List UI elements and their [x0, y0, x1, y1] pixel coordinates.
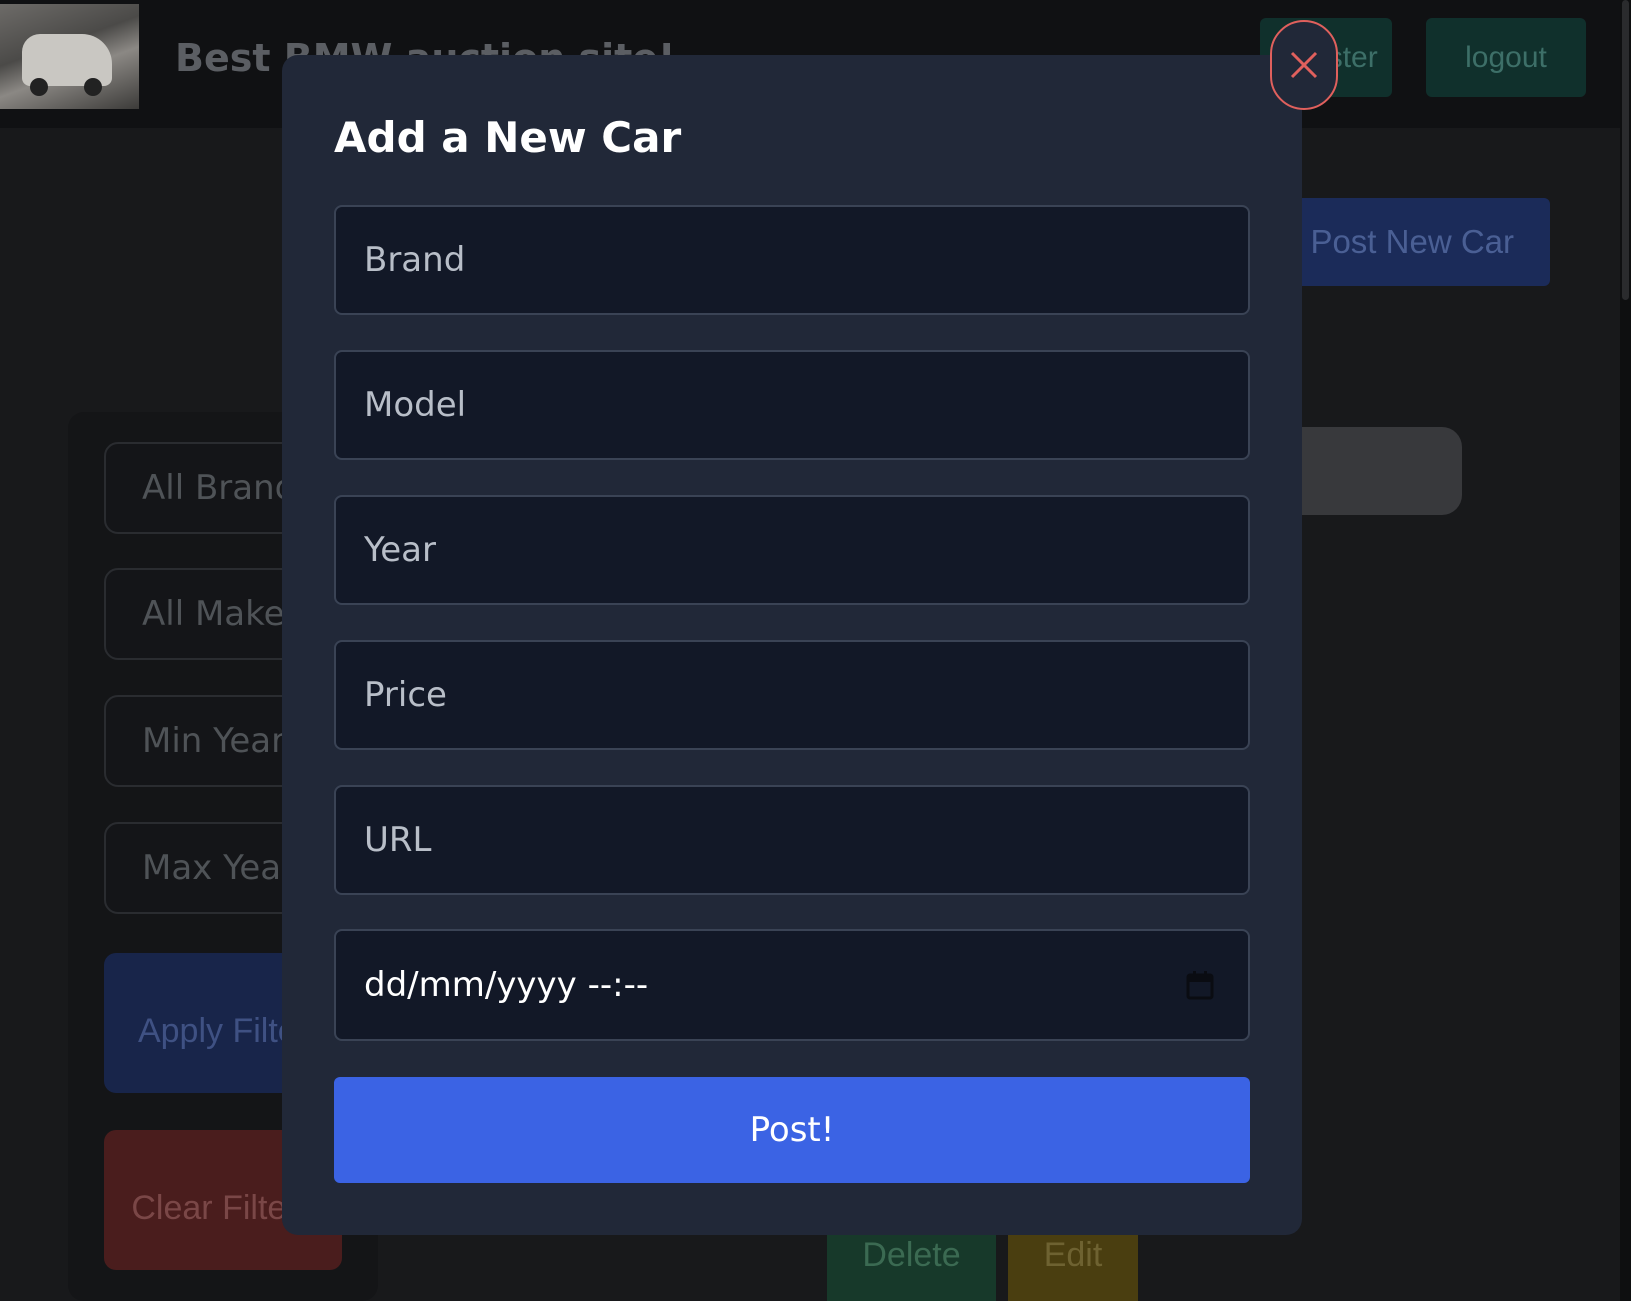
- price-input[interactable]: [334, 640, 1250, 750]
- modal-title: Add a New Car: [334, 113, 682, 162]
- close-modal-button[interactable]: [1270, 20, 1338, 110]
- close-icon: [1290, 51, 1318, 79]
- post-new-car-button[interactable]: Post New Car: [1260, 198, 1550, 286]
- year-input[interactable]: [334, 495, 1250, 605]
- max-year-filter[interactable]: Max Year: [104, 822, 304, 914]
- logout-button[interactable]: logout: [1426, 18, 1586, 97]
- site-logo: [0, 4, 139, 109]
- scrollbar-thumb[interactable]: [1622, 0, 1629, 300]
- brand-input[interactable]: [334, 205, 1250, 315]
- datetime-input[interactable]: dd/mm/yyyy --:--: [334, 929, 1250, 1041]
- make-filter[interactable]: All Makes: [104, 568, 304, 660]
- url-input[interactable]: [334, 785, 1250, 895]
- min-year-filter[interactable]: Min Year: [104, 695, 304, 787]
- wheel: [30, 78, 48, 96]
- add-car-modal: Add a New Car dd/mm/yyyy --:-- Post!: [282, 55, 1302, 1235]
- post-button[interactable]: Post!: [334, 1077, 1250, 1183]
- wheel: [84, 78, 102, 96]
- datetime-value: dd/mm/yyyy --:--: [364, 965, 649, 1005]
- calendar-icon[interactable]: [1186, 970, 1214, 1000]
- model-input[interactable]: [334, 350, 1250, 460]
- brand-filter[interactable]: All Brands: [104, 442, 304, 534]
